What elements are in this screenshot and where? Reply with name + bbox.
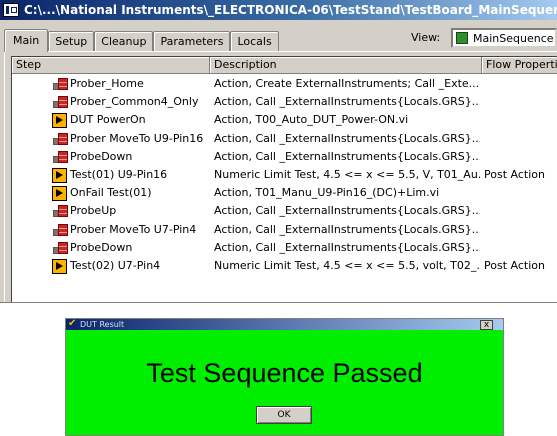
dialog-title-bar[interactable]: ✔ DUT Result x bbox=[66, 319, 503, 330]
view-select-value: MainSequence bbox=[473, 32, 554, 45]
step-name: Prober_Home bbox=[70, 77, 144, 90]
action-step-icon bbox=[53, 132, 69, 147]
column-header-flow-properties[interactable]: Flow Properties bbox=[482, 57, 557, 74]
step-name: Test(01) U9-Pin16 bbox=[70, 167, 168, 181]
dialog-message: Test Sequence Passed bbox=[146, 358, 423, 388]
tab-setup[interactable]: Setup bbox=[48, 31, 95, 52]
step-cell: Prober_Home bbox=[12, 75, 209, 93]
step-cell: ProbeDown bbox=[12, 239, 209, 257]
sequence-tabs: Main Setup Cleanup Parameters Locals bbox=[4, 29, 279, 52]
step-name: Test(02) U7-Pin4 bbox=[70, 258, 161, 272]
view-select[interactable]: MainSequence bbox=[451, 28, 557, 48]
tab-parameters[interactable]: Parameters bbox=[153, 31, 231, 52]
step-flow-properties bbox=[484, 111, 557, 129]
labview-vi-icon bbox=[52, 113, 67, 129]
step-name: ProbeDown bbox=[70, 149, 133, 163]
step-flow-properties bbox=[484, 239, 557, 257]
sequence-file-icon[interactable] bbox=[3, 3, 19, 17]
step-name: ProbeDown bbox=[70, 240, 133, 254]
step-row[interactable]: Prober MoveTo U7-Pin4 Action, Call _Exter… bbox=[12, 221, 557, 239]
step-flow-properties bbox=[484, 202, 557, 220]
action-step-icon bbox=[53, 77, 69, 92]
step-flow-properties bbox=[484, 184, 557, 202]
step-row[interactable]: ProbeUp Action, Call _ExternalInstruments… bbox=[12, 202, 557, 220]
step-description: Action, Create ExternalInstruments; Call… bbox=[214, 77, 480, 90]
main-tab-panel: Step Description Flow Properties Prober_… bbox=[4, 51, 557, 302]
step-cell: Prober MoveTo U7-Pin4 bbox=[12, 221, 209, 239]
step-row[interactable]: Prober_Home Action, Create ExternalInstru… bbox=[12, 75, 557, 93]
tab-locals[interactable]: Locals bbox=[230, 31, 279, 52]
step-flow-properties bbox=[484, 221, 557, 239]
tab-cleanup[interactable]: Cleanup bbox=[94, 31, 154, 52]
step-description: Numeric Limit Test, 4.5 <= x <= 5.5, vol… bbox=[214, 258, 480, 272]
window-title: C:\...\National Instruments\_ELECTRONICA… bbox=[24, 3, 557, 17]
step-description: Action, Call _ExternalInstruments{Locals… bbox=[214, 149, 480, 163]
step-flow-properties: Post Action bbox=[484, 258, 545, 272]
step-description: Action, Call _ExternalInstruments{Locals… bbox=[214, 204, 480, 218]
action-step-icon bbox=[53, 95, 69, 110]
window-title-bar[interactable]: C:\...\National Instruments\_ELECTRONICA… bbox=[0, 0, 557, 20]
step-name: ProbeUp bbox=[70, 204, 117, 218]
labview-vi-icon bbox=[52, 167, 67, 183]
dialog-title: DUT Result bbox=[80, 320, 125, 329]
step-row[interactable]: Test(02) U7-Pin4 Numeric Limit Test, 4.5 … bbox=[12, 257, 557, 275]
step-cell: Test(02) U7-Pin4 bbox=[12, 257, 209, 275]
step-row[interactable]: Prober MoveTo U9-Pin16 Action, Call _Exte… bbox=[12, 130, 557, 148]
dut-result-dialog: ✔ DUT Result x Test Sequence Passed OK bbox=[65, 318, 504, 436]
checkmark-icon: ✔ bbox=[68, 318, 77, 329]
step-name: OnFail Test(01) bbox=[70, 186, 152, 200]
ok-button[interactable]: OK bbox=[256, 406, 312, 424]
step-cell: Prober MoveTo U9-Pin16 bbox=[12, 130, 209, 148]
column-header-description[interactable]: Description bbox=[210, 57, 482, 74]
step-flow-properties: Post Action bbox=[484, 167, 545, 181]
step-cell: Test(01) U9-Pin16 bbox=[12, 166, 209, 184]
dialog-close-button[interactable]: x bbox=[480, 320, 493, 330]
action-step-icon bbox=[53, 204, 69, 219]
step-row[interactable]: Test(01) U9-Pin16 Numeric Limit Test, 4.5… bbox=[12, 166, 557, 184]
step-flow-properties bbox=[484, 130, 557, 148]
action-step-icon bbox=[53, 223, 69, 238]
step-row[interactable]: OnFail Test(01) Action, T01_Manu_U9-Pin16… bbox=[12, 184, 557, 202]
step-list-header: Step Description Flow Properties bbox=[12, 57, 557, 74]
view-label: View: bbox=[411, 31, 441, 44]
step-name: Prober MoveTo U7-Pin4 bbox=[70, 222, 197, 236]
step-rows: Prober_Home Action, Create ExternalInstru… bbox=[12, 75, 557, 275]
step-row[interactable]: Prober_Common4_Only Action, Call _Externa… bbox=[12, 93, 557, 111]
column-header-step[interactable]: Step bbox=[12, 57, 210, 74]
step-description: Action, T00_Auto_DUT_Power-ON.vi bbox=[214, 113, 409, 127]
step-flow-properties bbox=[484, 75, 557, 93]
step-row[interactable]: ProbeDown Action, Call _ExternalInstrumen… bbox=[12, 239, 557, 257]
step-description: Action, T01_Manu_U9-Pin16_(DC)+Lim.vi bbox=[214, 186, 440, 200]
labview-vi-icon bbox=[52, 258, 67, 274]
step-name: DUT PowerOn bbox=[70, 113, 146, 127]
tab-main[interactable]: Main bbox=[4, 29, 49, 52]
step-cell: ProbeUp bbox=[12, 202, 209, 220]
step-name: Prober MoveTo U9-Pin16 bbox=[70, 131, 204, 145]
action-step-icon bbox=[53, 241, 69, 256]
step-flow-properties bbox=[484, 93, 557, 111]
step-description: Action, Call _ExternalInstruments{Locals… bbox=[214, 95, 480, 109]
step-description: Action, Call _ExternalInstruments{Locals… bbox=[214, 240, 480, 254]
step-name: Prober_Common4_Only bbox=[70, 95, 199, 109]
step-list[interactable]: Step Description Flow Properties Prober_… bbox=[11, 56, 557, 302]
step-description: Numeric Limit Test, 4.5 <= x <= 5.5, V, … bbox=[214, 167, 480, 181]
step-description: Action, Call _ExternalInstruments{Locals… bbox=[214, 222, 480, 236]
teststand-sequence-window: C:\...\National Instruments\_ELECTRONICA… bbox=[0, 0, 557, 303]
step-row[interactable]: DUT PowerOn Action, T00_Auto_DUT_Power-ON… bbox=[12, 111, 557, 129]
action-step-icon bbox=[53, 150, 69, 165]
step-row[interactable]: ProbeDown Action, Call _ExternalInstrumen… bbox=[12, 148, 557, 166]
labview-vi-icon bbox=[52, 186, 67, 202]
step-cell: OnFail Test(01) bbox=[12, 184, 209, 202]
step-cell: ProbeDown bbox=[12, 148, 209, 166]
step-cell: DUT PowerOn bbox=[12, 111, 209, 129]
step-flow-properties bbox=[484, 148, 557, 166]
sequence-icon bbox=[456, 32, 468, 44]
step-description: Action, Call _ExternalInstruments{Locals… bbox=[214, 131, 480, 145]
step-cell: Prober_Common4_Only bbox=[12, 93, 209, 111]
